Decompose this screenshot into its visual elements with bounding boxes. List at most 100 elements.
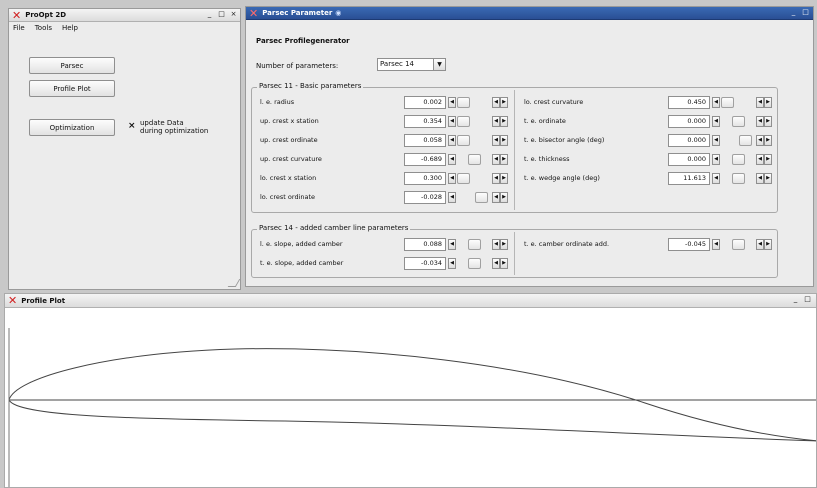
slider-step-left-icon[interactable]: ◀ — [492, 116, 500, 127]
param-value-field[interactable]: -0.689 — [404, 153, 446, 166]
slider-step-left-icon[interactable]: ◀ — [492, 192, 500, 203]
slider-left-arrow-icon[interactable]: ◀ — [712, 135, 720, 146]
param-slider[interactable]: ◀ ◀ ▶ — [712, 135, 772, 147]
menu-tools[interactable]: Tools — [35, 24, 52, 32]
num-params-select[interactable]: Parsec 14 ▼ — [377, 58, 446, 71]
param-slider[interactable]: ◀ ◀ ▶ — [712, 97, 772, 109]
chevron-down-icon[interactable]: ▼ — [433, 59, 445, 70]
maximize-icon[interactable]: □ — [803, 295, 812, 304]
slider-right-arrow-icon[interactable]: ▶ — [500, 192, 508, 203]
param-value-field[interactable]: 11.613 — [668, 172, 710, 185]
slider-thumb[interactable] — [468, 258, 481, 269]
optimization-button[interactable]: Optimization — [29, 119, 115, 136]
slider-step-left-icon[interactable]: ◀ — [492, 135, 500, 146]
param-slider[interactable]: ◀ ◀ ▶ — [448, 239, 508, 251]
param-slider[interactable]: ◀ ◀ ▶ — [712, 116, 772, 128]
slider-thumb[interactable] — [721, 97, 734, 108]
param-slider[interactable]: ◀ ◀ ▶ — [712, 173, 772, 185]
slider-step-left-icon[interactable]: ◀ — [756, 116, 764, 127]
slider-step-left-icon[interactable]: ◀ — [756, 154, 764, 165]
slider-left-arrow-icon[interactable]: ◀ — [712, 173, 720, 184]
slider-thumb[interactable] — [468, 239, 481, 250]
minimize-icon[interactable]: _ — [789, 8, 798, 17]
slider-thumb[interactable] — [457, 97, 470, 108]
param-value-field[interactable]: 0.000 — [668, 153, 710, 166]
slider-left-arrow-icon[interactable]: ◀ — [448, 192, 456, 203]
param-value-field[interactable]: 0.000 — [668, 115, 710, 128]
maximize-icon[interactable]: □ — [217, 10, 226, 19]
param-slider[interactable]: ◀ ◀ ▶ — [712, 154, 772, 166]
param-slider[interactable]: ◀ ◀ ▶ — [712, 239, 772, 251]
slider-right-arrow-icon[interactable]: ▶ — [500, 154, 508, 165]
profile-plot-button[interactable]: Profile Plot — [29, 80, 115, 97]
minimize-icon[interactable]: _ — [205, 10, 214, 19]
slider-step-left-icon[interactable]: ◀ — [492, 258, 500, 269]
slider-left-arrow-icon[interactable]: ◀ — [448, 154, 456, 165]
update-data-checkbox[interactable]: × — [128, 121, 136, 131]
slider-thumb[interactable] — [457, 173, 470, 184]
slider-thumb[interactable] — [457, 135, 470, 146]
menu-help[interactable]: Help — [62, 24, 78, 32]
param-value-field[interactable]: 0.088 — [404, 238, 446, 251]
slider-step-left-icon[interactable]: ◀ — [756, 239, 764, 250]
param-slider[interactable]: ◀ ◀ ▶ — [448, 135, 508, 147]
slider-right-arrow-icon[interactable]: ▶ — [764, 154, 772, 165]
slider-left-arrow-icon[interactable]: ◀ — [712, 154, 720, 165]
param-value-field[interactable]: -0.028 — [404, 191, 446, 204]
param-value-field[interactable]: 0.354 — [404, 115, 446, 128]
slider-left-arrow-icon[interactable]: ◀ — [448, 116, 456, 127]
slider-thumb[interactable] — [732, 173, 745, 184]
slider-step-left-icon[interactable]: ◀ — [492, 97, 500, 108]
slider-thumb[interactable] — [732, 239, 745, 250]
slider-step-left-icon[interactable]: ◀ — [492, 239, 500, 250]
slider-left-arrow-icon[interactable]: ◀ — [448, 173, 456, 184]
param-slider[interactable]: ◀ ◀ ▶ — [448, 192, 508, 204]
slider-left-arrow-icon[interactable]: ◀ — [448, 135, 456, 146]
slider-right-arrow-icon[interactable]: ▶ — [764, 116, 772, 127]
slider-left-arrow-icon[interactable]: ◀ — [448, 258, 456, 269]
slider-step-left-icon[interactable]: ◀ — [756, 173, 764, 184]
parsec-button[interactable]: Parsec — [29, 57, 115, 74]
slider-left-arrow-icon[interactable]: ◀ — [712, 239, 720, 250]
maximize-icon[interactable]: □ — [801, 8, 810, 17]
slider-right-arrow-icon[interactable]: ▶ — [500, 97, 508, 108]
slider-right-arrow-icon[interactable]: ▶ — [764, 135, 772, 146]
param-value-field[interactable]: 0.000 — [668, 134, 710, 147]
slider-left-arrow-icon[interactable]: ◀ — [448, 239, 456, 250]
slider-thumb[interactable] — [474, 192, 488, 203]
slider-thumb[interactable] — [732, 154, 745, 165]
param-slider[interactable]: ◀ ◀ ▶ — [448, 173, 508, 185]
param-value-field[interactable]: 0.450 — [668, 96, 710, 109]
slider-right-arrow-icon[interactable]: ▶ — [500, 258, 508, 269]
slider-thumb[interactable] — [468, 154, 481, 165]
slider-right-arrow-icon[interactable]: ▶ — [764, 97, 772, 108]
minimize-icon[interactable]: _ — [791, 295, 800, 304]
slider-step-left-icon[interactable]: ◀ — [756, 97, 764, 108]
param-value-field[interactable]: 0.058 — [404, 134, 446, 147]
slider-right-arrow-icon[interactable]: ▶ — [500, 135, 508, 146]
slider-left-arrow-icon[interactable]: ◀ — [712, 116, 720, 127]
slider-right-arrow-icon[interactable]: ▶ — [500, 116, 508, 127]
param-value-field[interactable]: 0.300 — [404, 172, 446, 185]
slider-right-arrow-icon[interactable]: ▶ — [764, 173, 772, 184]
main-titlebar[interactable]: ✕ ProOpt 2D _ □ × — [9, 9, 240, 22]
profile-titlebar[interactable]: ✕ Profile Plot _ □ — [5, 294, 816, 308]
parsec-titlebar[interactable]: ✕ Parsec Parameter ◉ _ □ — [246, 7, 813, 20]
param-value-field[interactable]: -0.034 — [404, 257, 446, 270]
param-slider[interactable]: ◀ ◀ ▶ — [448, 116, 508, 128]
param-value-field[interactable]: -0.045 — [668, 238, 710, 251]
param-slider[interactable]: ◀ ◀ ▶ — [448, 97, 508, 109]
slider-left-arrow-icon[interactable]: ◀ — [448, 97, 456, 108]
window-menu-icon[interactable]: ◉ — [335, 9, 341, 17]
slider-right-arrow-icon[interactable]: ▶ — [500, 239, 508, 250]
slider-thumb[interactable] — [732, 116, 745, 127]
slider-left-arrow-icon[interactable]: ◀ — [712, 97, 720, 108]
param-value-field[interactable]: 0.002 — [404, 96, 446, 109]
slider-thumb[interactable] — [457, 116, 470, 127]
close-icon[interactable]: × — [229, 10, 238, 19]
slider-right-arrow-icon[interactable]: ▶ — [500, 173, 508, 184]
slider-right-arrow-icon[interactable]: ▶ — [764, 239, 772, 250]
param-slider[interactable]: ◀ ◀ ▶ — [448, 154, 508, 166]
param-slider[interactable]: ◀ ◀ ▶ — [448, 258, 508, 270]
menu-file[interactable]: File — [13, 24, 25, 32]
